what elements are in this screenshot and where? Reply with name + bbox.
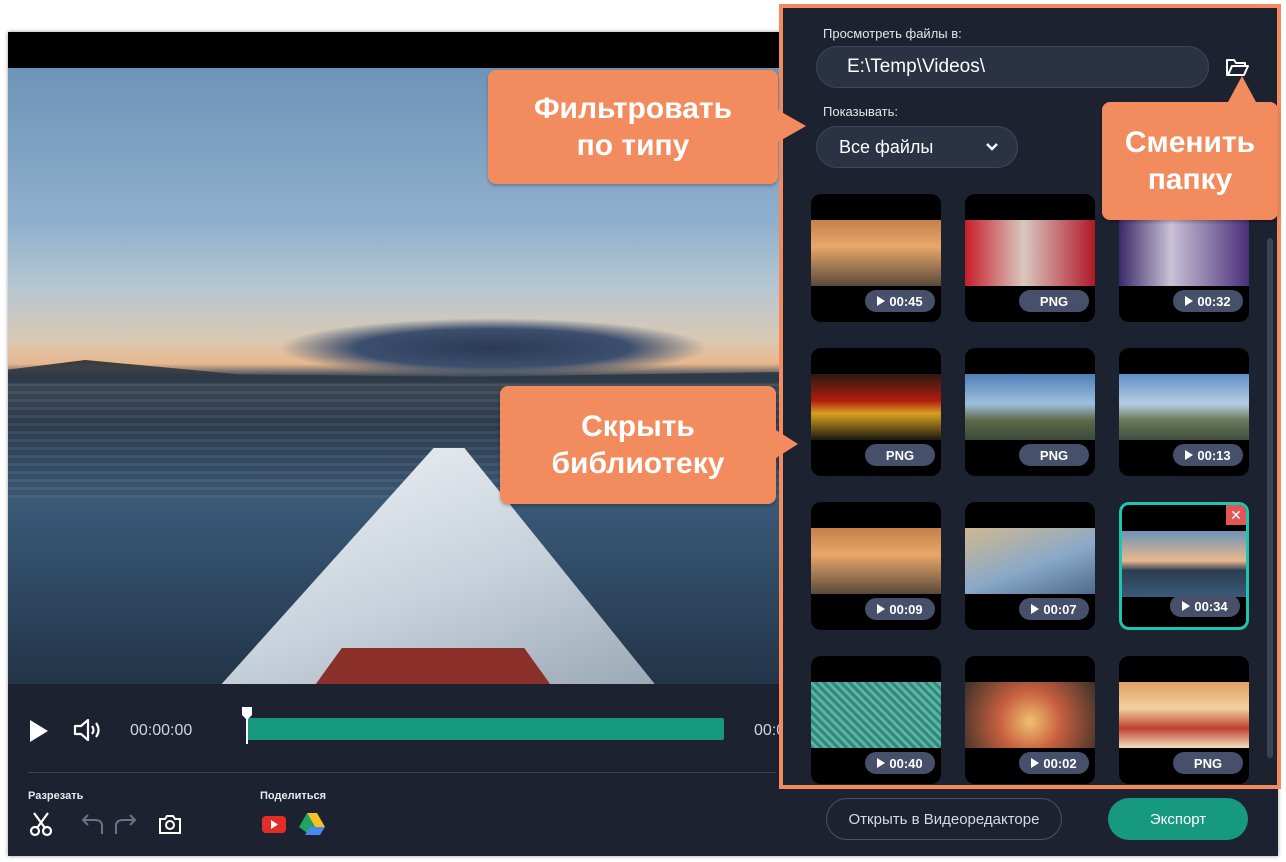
- media-badge: PNG: [1173, 752, 1243, 774]
- undo-icon[interactable]: [78, 810, 106, 838]
- media-badge: 00:40: [865, 752, 935, 774]
- play-icon: [877, 604, 886, 614]
- badge-text: PNG: [1039, 447, 1069, 463]
- camera-icon[interactable]: [156, 810, 184, 838]
- callout-change-folder-line2: папку: [1147, 163, 1233, 196]
- play-icon: [1185, 450, 1194, 460]
- media-thumbnail[interactable]: 00:02: [965, 656, 1095, 784]
- media-badge: PNG: [865, 444, 935, 466]
- total-time: 00:00:34: [754, 722, 780, 739]
- close-icon[interactable]: ✕: [1226, 505, 1246, 525]
- bottom-toolbar: Разрезать Поделиться Открыть в Видеореда…: [8, 784, 1278, 856]
- show-filter-label: Показывать:: [823, 104, 898, 119]
- media-thumbnail[interactable]: PNG: [965, 194, 1095, 322]
- redo-icon[interactable]: [112, 810, 140, 838]
- media-badge: PNG: [1019, 290, 1089, 312]
- media-thumbnail[interactable]: 00:07: [965, 502, 1095, 630]
- badge-text: 00:40: [889, 755, 923, 771]
- volume-icon[interactable]: [72, 718, 102, 742]
- thumbnail-image: [811, 528, 941, 594]
- play-icon: [877, 296, 886, 306]
- badge-text: 00:13: [1197, 447, 1231, 463]
- callout-filter-line2: по типу: [576, 129, 690, 162]
- play-icon: [877, 758, 886, 768]
- browse-files-label: Просмотреть файлы в:: [823, 26, 962, 41]
- media-badge: 00:34: [1170, 595, 1240, 617]
- callout-filter-line1: Фильтровать: [533, 91, 733, 125]
- media-thumbnail[interactable]: PNG: [811, 348, 941, 476]
- thumbnail-image: [1122, 531, 1246, 597]
- thumbnail-image: [811, 682, 941, 748]
- play-icon[interactable]: [30, 720, 48, 742]
- badge-text: 00:07: [1043, 601, 1077, 617]
- badge-text: 00:45: [889, 293, 923, 309]
- badge-text: 00:34: [1194, 598, 1228, 614]
- file-type-filter-dropdown[interactable]: Все файлы: [816, 126, 1018, 168]
- screenshot-root: 00:00:00 00:00:34 Разрезать: [0, 0, 1286, 862]
- media-thumbnail[interactable]: 00:34 ✕: [1119, 502, 1249, 630]
- google-drive-icon[interactable]: [298, 810, 326, 838]
- cloud-bank: [278, 318, 708, 378]
- thumbnail-image: [1119, 682, 1249, 748]
- playhead-marker[interactable]: [241, 706, 253, 744]
- thumbnail-image: [965, 682, 1095, 748]
- callout-hide-library-line1: Скрыть: [581, 409, 695, 443]
- filter-value: Все файлы: [839, 136, 934, 157]
- media-thumbnail[interactable]: PNG: [1119, 656, 1249, 784]
- divider: [28, 772, 776, 773]
- callout-change-folder: Сменить папку: [1102, 76, 1278, 220]
- thumbnail-image: [811, 220, 941, 286]
- scissors-icon[interactable]: [28, 810, 56, 838]
- timeline-bar[interactable]: [246, 718, 724, 740]
- callout-filter: Фильтровать по типу: [488, 70, 806, 184]
- export-button[interactable]: Экспорт: [1108, 798, 1248, 840]
- thumbnail-image: [965, 220, 1095, 286]
- chevron-down-icon: [986, 143, 998, 151]
- play-icon: [1031, 604, 1040, 614]
- badge-text: 00:32: [1197, 293, 1231, 309]
- thumbnail-image: [1119, 374, 1249, 440]
- thumbnail-image: [1119, 220, 1249, 286]
- media-badge: 00:09: [865, 598, 935, 620]
- media-thumbnail[interactable]: 00:13: [1119, 348, 1249, 476]
- thumbnail-image: [965, 374, 1095, 440]
- cut-label: Разрезать: [28, 790, 84, 802]
- media-badge: 00:07: [1019, 598, 1089, 620]
- media-badge: 00:45: [865, 290, 935, 312]
- folder-open-icon[interactable]: [1225, 56, 1249, 78]
- callout-hide-library-line2: библиотеку: [551, 447, 725, 480]
- callout-hide-library: Скрыть библиотеку: [500, 386, 798, 504]
- thumbnail-image: [965, 528, 1095, 594]
- badge-text: PNG: [1039, 293, 1069, 309]
- media-thumbnail[interactable]: 00:40: [811, 656, 941, 784]
- badge-text: PNG: [885, 447, 915, 463]
- media-badge: 00:32: [1173, 290, 1243, 312]
- media-badge: 00:02: [1019, 752, 1089, 774]
- player-controls: 00:00:00 00:00:34: [8, 684, 780, 774]
- media-badge: 00:13: [1173, 444, 1243, 466]
- kayak-stripe: [313, 648, 553, 684]
- media-thumbnail[interactable]: PNG: [965, 348, 1095, 476]
- share-label: Поделиться: [260, 790, 327, 802]
- badge-text: 00:02: [1043, 755, 1077, 771]
- youtube-icon[interactable]: [260, 810, 288, 838]
- callout-change-folder-line1: Сменить: [1124, 125, 1256, 159]
- library-scrollbar[interactable]: [1267, 238, 1273, 758]
- play-icon: [1031, 758, 1040, 768]
- current-time: 00:00:00: [130, 722, 193, 739]
- thumbnail-image: [811, 374, 941, 440]
- badge-text: 00:09: [889, 601, 923, 617]
- open-in-editor-button[interactable]: Открыть в Видеоредакторе: [826, 798, 1062, 840]
- media-thumbnail[interactable]: 00:45: [811, 194, 941, 322]
- media-badge: PNG: [1019, 444, 1089, 466]
- badge-text: PNG: [1193, 755, 1223, 771]
- media-thumbnail[interactable]: 00:09: [811, 502, 941, 630]
- play-icon: [1182, 601, 1191, 611]
- play-icon: [1185, 296, 1194, 306]
- folder-path-field[interactable]: E:\Temp\Videos\: [816, 46, 1209, 88]
